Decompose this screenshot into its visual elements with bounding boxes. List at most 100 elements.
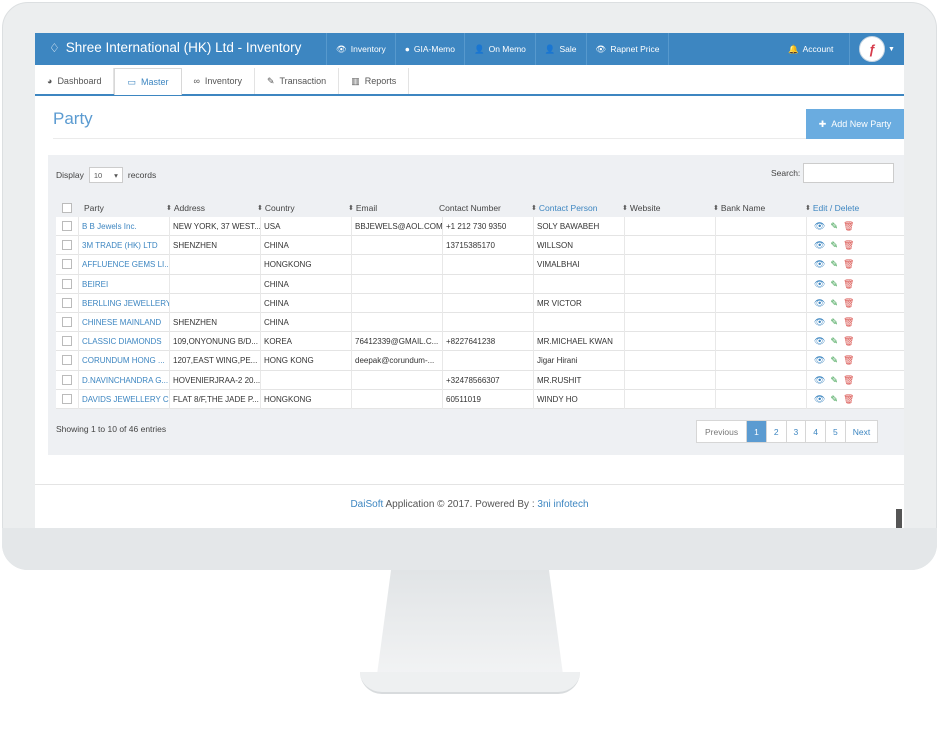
eye-icon[interactable]: 👁 (814, 240, 825, 251)
topmenu-sale[interactable]: 👤 Sale (534, 33, 586, 65)
table-row[interactable]: AFFLUENCE GEMS LI... HONGKONG VIMALBHAI 👁 ✎ 🗑 (56, 255, 904, 275)
cell-party[interactable]: AFFLUENCE GEMS LI... (78, 255, 169, 275)
next-page-button[interactable]: Next (846, 421, 877, 442)
row-actions: 👁 ✎ 🗑 (814, 313, 854, 332)
tab-reports[interactable]: ▥ Reports (339, 68, 410, 94)
trash-icon[interactable]: 🗑 (843, 240, 854, 251)
row-checkbox[interactable] (62, 374, 72, 385)
cell-party[interactable]: CHINESE MAINLAND (78, 312, 169, 332)
row-actions: 👁 ✎ 🗑 (814, 351, 854, 370)
pencil-icon[interactable]: ✎ (830, 240, 838, 251)
cell-party[interactable]: 3M TRADE (HK) LTD (78, 236, 169, 256)
row-checkbox[interactable] (62, 278, 72, 289)
previous-page-button[interactable]: Previous (697, 421, 748, 442)
search-input[interactable] (803, 163, 894, 183)
page-button-4[interactable]: 4 (806, 421, 827, 442)
pencil-icon[interactable]: ✎ (830, 375, 838, 386)
user-dropdown[interactable]: ƒ ▼ (849, 33, 904, 65)
add-new-party-button[interactable]: ✚ Add New Party (806, 109, 904, 139)
pencil-icon[interactable]: ✎ (830, 355, 838, 366)
cell-party[interactable]: CORUNDUM HONG ... (78, 351, 169, 371)
table-row[interactable]: D.NAVINCHANDRA G... HOVENIERJRAA-2 20... +… (56, 370, 904, 390)
table-row[interactable]: BERLLING JEWELLERY CHINA MR VICTOR 👁 ✎ 🗑 (56, 293, 904, 313)
col-address[interactable]: ⬍ Address (166, 199, 256, 217)
col-website[interactable]: ⬍ Website (622, 199, 712, 217)
tab-master[interactable]: ▭ Master (114, 68, 182, 95)
eye-icon[interactable]: 👁 (814, 298, 825, 309)
col-country[interactable]: ⬍ Country (257, 199, 347, 217)
topmenu-on-memo[interactable]: 👤 On Memo (464, 33, 535, 65)
pencil-icon[interactable]: ✎ (830, 259, 838, 270)
eye-icon[interactable]: 👁 (814, 394, 825, 405)
row-checkbox[interactable] (62, 393, 72, 404)
app-brand[interactable]: ♢ Shree International (HK) Ltd - Invento… (49, 40, 301, 55)
col-email[interactable]: ⬍ Email (348, 199, 438, 217)
pencil-icon[interactable]: ✎ (830, 394, 838, 405)
page-size-select[interactable]: 10 ▾ (88, 167, 123, 183)
table-row[interactable]: B B Jewels Inc. NEW YORK, 37 WEST... USA BB… (56, 217, 904, 237)
eye-icon[interactable]: 👁 (814, 336, 825, 347)
trash-icon[interactable]: 🗑 (843, 259, 854, 270)
topmenu-gia-memo[interactable]: ● GIA-Memo (394, 33, 464, 65)
pencil-icon[interactable]: ✎ (830, 279, 838, 290)
col-label: Edit / Delete (812, 203, 860, 213)
eye-icon[interactable]: 👁 (814, 221, 825, 232)
row-checkbox[interactable] (62, 355, 72, 366)
col-label: Email (355, 203, 378, 213)
trash-icon[interactable]: 🗑 (843, 355, 854, 366)
page-button-3[interactable]: 3 (787, 421, 807, 442)
topmenu-inventory[interactable]: 👁 Inventory (326, 33, 395, 65)
eye-icon[interactable]: 👁 (814, 375, 825, 386)
tab-dashboard[interactable]: ◕ Dashboard (35, 68, 115, 94)
eye-icon[interactable]: 👁 (814, 355, 825, 366)
topmenu-rapnet-price[interactable]: 👁 Rapnet Price (585, 33, 670, 65)
cell-party[interactable]: DAVIDS JEWELLERY C... (78, 389, 169, 409)
page-button-5[interactable]: 5 (826, 421, 846, 442)
table-row[interactable]: CORUNDUM HONG ... 1207,EAST WING,PE... HON… (56, 351, 904, 371)
pencil-icon[interactable]: ✎ (830, 298, 838, 309)
col-party[interactable]: Party (84, 199, 174, 217)
row-checkbox[interactable] (62, 297, 72, 308)
pencil-icon[interactable]: ✎ (830, 221, 838, 232)
select-all-checkbox[interactable] (62, 203, 72, 213)
table-row[interactable]: BEIREI CHINA 👁 ✎ 🗑 (56, 274, 904, 294)
cell-party[interactable]: BERLLING JEWELLERY (78, 293, 169, 313)
trash-icon[interactable]: 🗑 (843, 279, 854, 290)
row-checkbox[interactable] (62, 259, 72, 270)
trash-icon[interactable]: 🗑 (843, 298, 854, 309)
cell-party[interactable]: CLASSIC DIAMONDS (78, 332, 169, 352)
row-checkbox[interactable] (62, 240, 72, 251)
eye-icon[interactable]: 👁 (814, 317, 825, 328)
trash-icon[interactable]: 🗑 (843, 336, 854, 347)
table-row[interactable]: DAVIDS JEWELLERY C... FLAT 8/F,THE JADE P… (56, 389, 904, 409)
trash-icon[interactable]: 🗑 (843, 221, 854, 232)
cell-party[interactable]: D.NAVINCHANDRA G... (78, 370, 169, 390)
pencil-icon[interactable]: ✎ (830, 317, 838, 328)
dashboard-icon: ◕ (47, 76, 53, 86)
row-checkbox[interactable] (62, 316, 72, 327)
account-menu[interactable]: 🔔 Account (778, 33, 843, 65)
footer-company-link[interactable]: 3ni infotech (537, 499, 588, 510)
row-checkbox[interactable] (62, 221, 72, 231)
trash-icon[interactable]: 🗑 (843, 317, 854, 328)
eye-icon[interactable]: 👁 (814, 259, 825, 270)
tab-transaction[interactable]: ✎ Transaction (255, 68, 340, 94)
page-button-2[interactable]: 2 (767, 421, 787, 442)
row-checkbox[interactable] (62, 336, 72, 347)
pencil-icon[interactable]: ✎ (830, 336, 838, 347)
col-contact-number[interactable]: Contact Number (439, 199, 529, 217)
page-button-1[interactable]: 1 (747, 421, 767, 442)
scrollbar-thumb[interactable] (896, 509, 902, 528)
tab-inventory[interactable]: ∞ Inventory (182, 68, 255, 94)
table-row[interactable]: 3M TRADE (HK) LTD SHENZHEN CHINA 1371538517… (56, 236, 904, 256)
col-bank-name[interactable]: ⬍ Bank Name (713, 199, 803, 217)
col-edit-delete[interactable]: ⬍ Edit / Delete (805, 199, 900, 217)
cell-party[interactable]: B B Jewels Inc. (78, 217, 169, 236)
col-contact-person[interactable]: ⬍ Contact Person (531, 199, 621, 217)
eye-icon[interactable]: 👁 (814, 279, 825, 290)
trash-icon[interactable]: 🗑 (843, 394, 854, 405)
table-row[interactable]: CHINESE MAINLAND SHENZHEN CHINA 👁 ✎ 🗑 (56, 312, 904, 333)
table-row[interactable]: CLASSIC DIAMONDS 109,ONYONUNG B/D... KOREA… (56, 332, 904, 352)
trash-icon[interactable]: 🗑 (843, 375, 854, 386)
cell-party[interactable]: BEIREI (78, 274, 169, 294)
